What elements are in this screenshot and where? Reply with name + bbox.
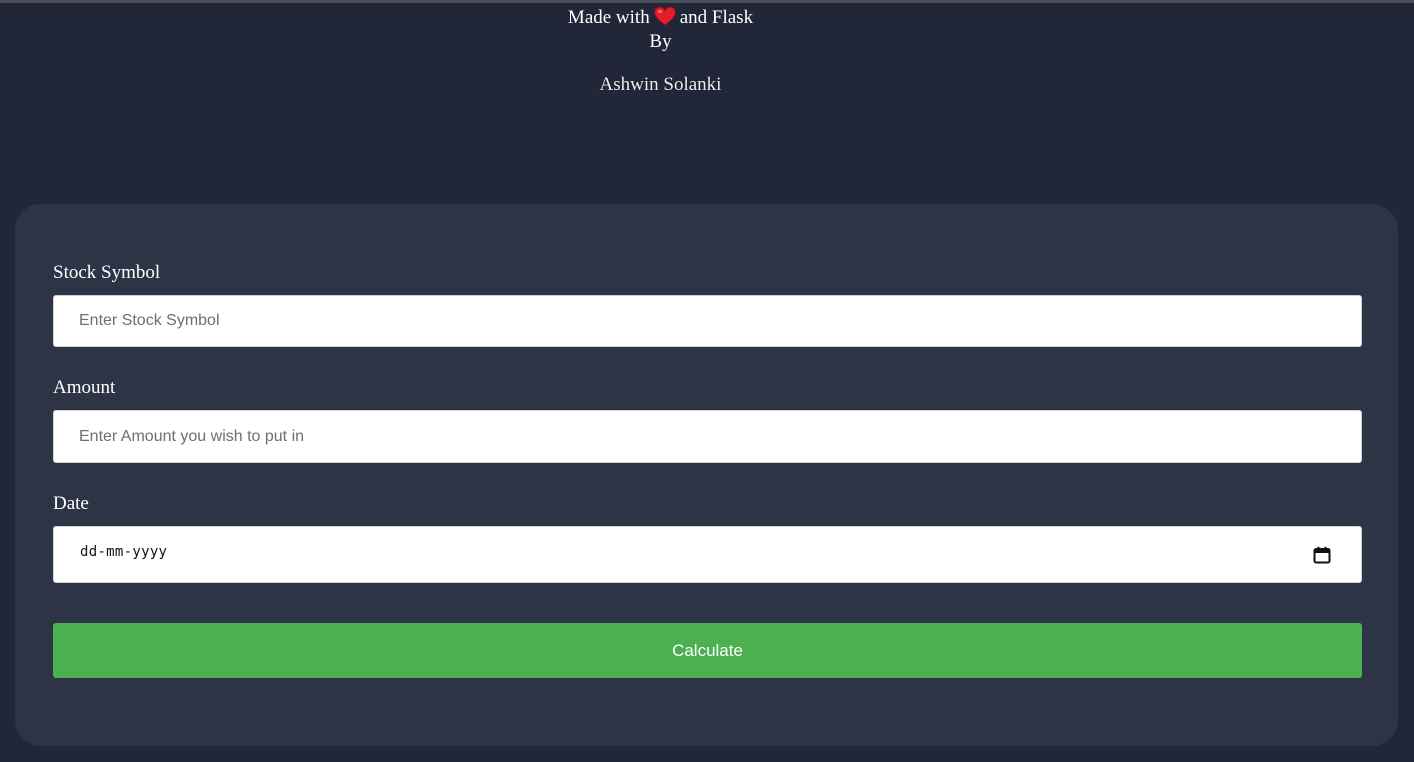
made-with-prefix: Made with [567, 7, 650, 28]
stock-symbol-label: Stock Symbol [53, 262, 161, 283]
by-text: By [649, 31, 672, 52]
amount-input[interactable] [53, 410, 1362, 463]
author-name: Ashwin Solanki [599, 74, 722, 95]
window-top-edge [0, 0, 1414, 3]
made-with-suffix: and Flask [679, 7, 754, 28]
stock-symbol-input[interactable] [53, 295, 1362, 347]
date-label: Date [53, 493, 89, 514]
heart-icon [653, 6, 677, 26]
calendar-icon[interactable] [1313, 546, 1331, 564]
date-placeholder: dd-mm-yyyy [80, 544, 168, 560]
credit-header: Made with and Flask By Ashwin Solanki [0, 6, 1321, 97]
stock-form-card: Stock Symbol Amount Date dd-mm-yyyy Calc… [15, 204, 1398, 746]
date-input[interactable]: dd-mm-yyyy [53, 526, 1362, 583]
calculate-button[interactable]: Calculate [53, 623, 1362, 678]
amount-label: Amount [53, 377, 116, 398]
